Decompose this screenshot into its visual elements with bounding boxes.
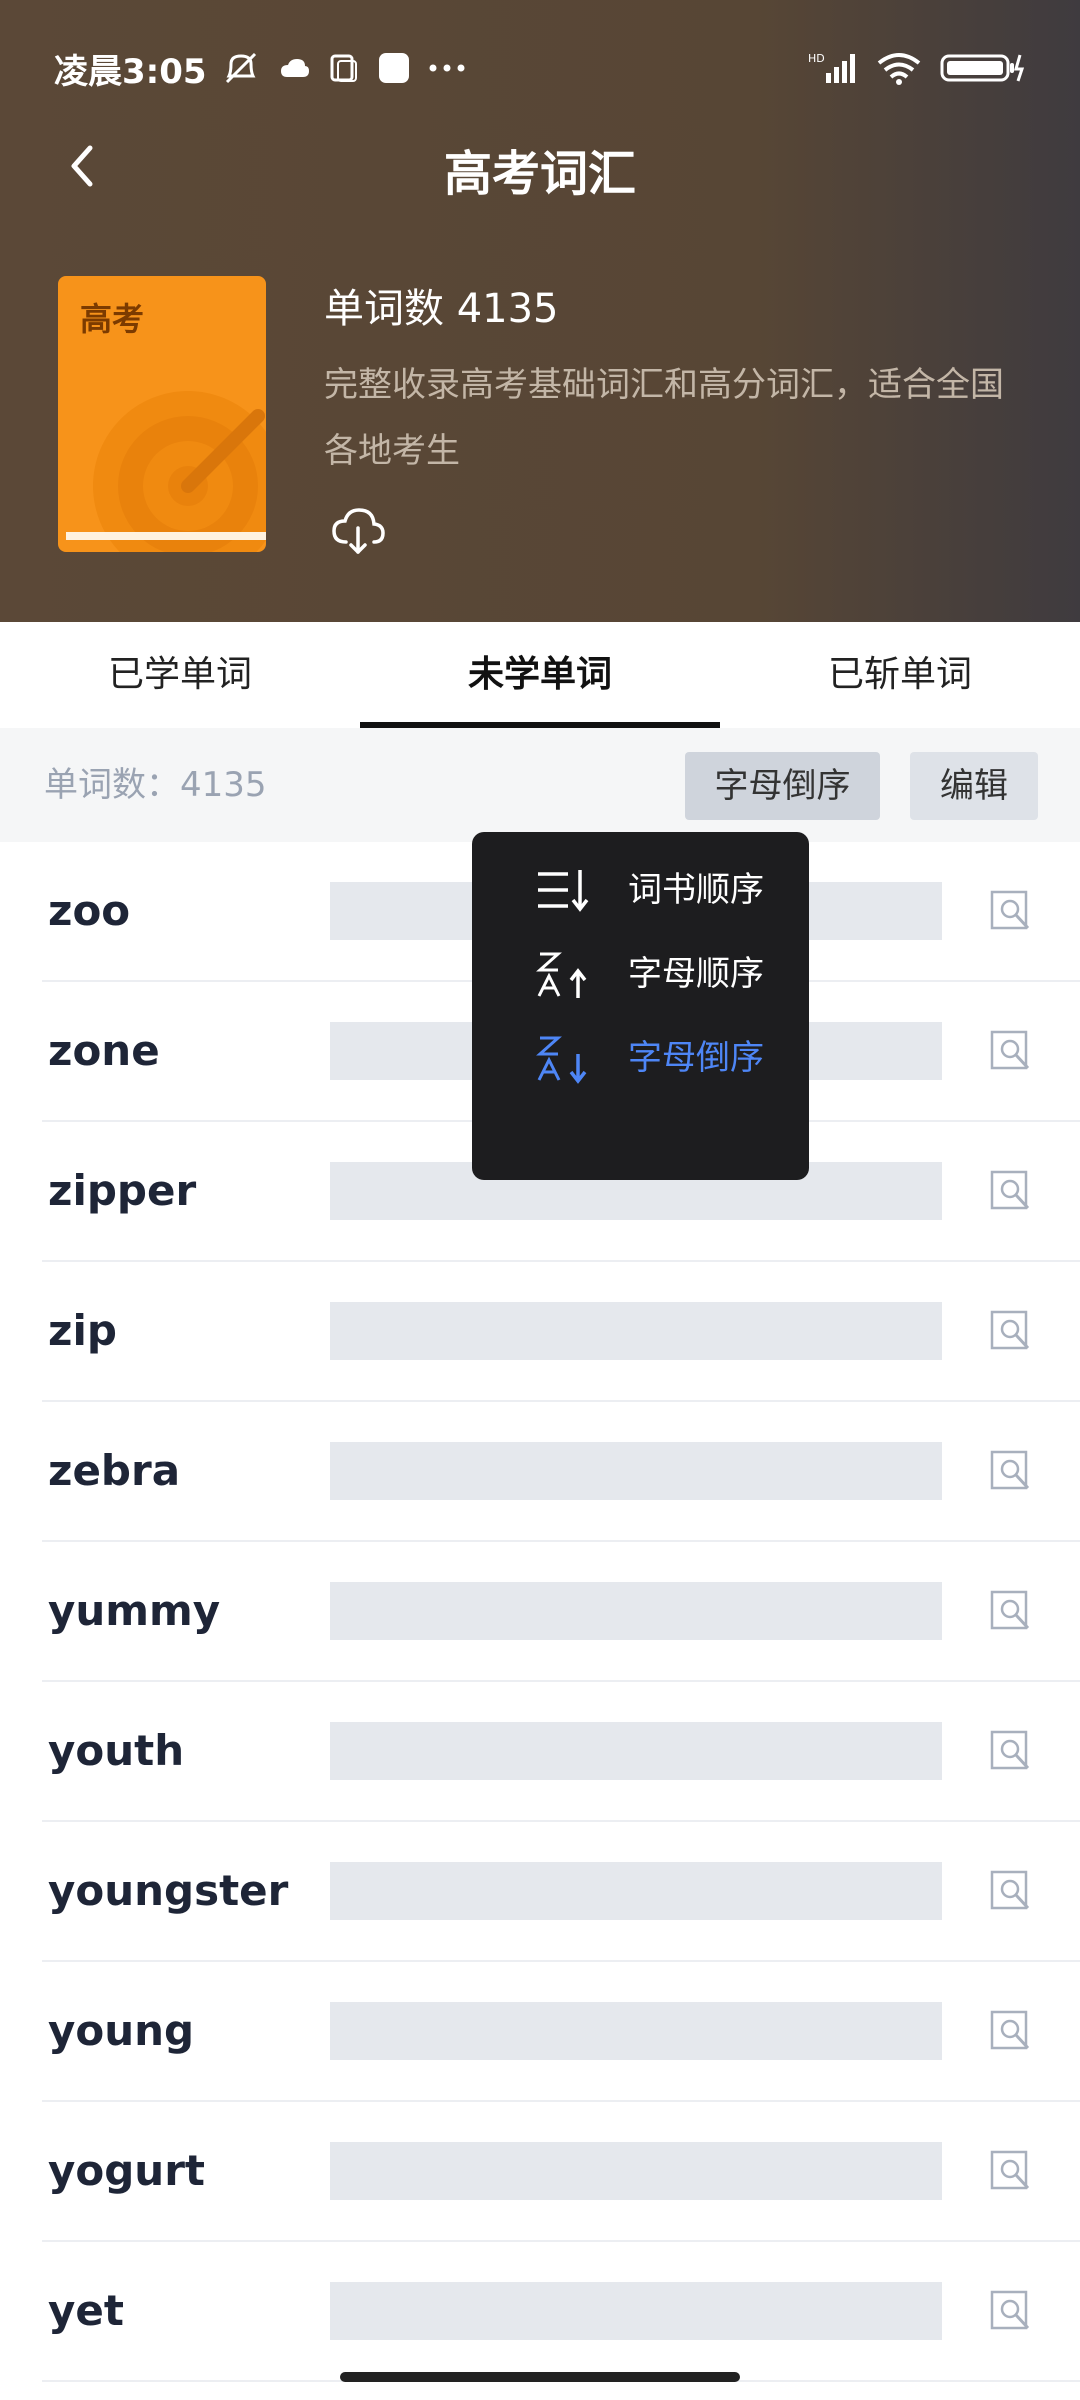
lookup-icon[interactable]	[990, 1310, 1032, 1352]
word-text: zipper	[48, 1166, 197, 1215]
book-description: 完整收录高考基础词汇和高分词汇，适合全国各地考生	[324, 365, 1004, 471]
mute-bell-icon	[225, 52, 256, 84]
book-bottom-strip	[66, 532, 266, 540]
tab-killed-words[interactable]: 已斩单词	[720, 622, 1080, 728]
lookup-icon[interactable]	[990, 1730, 1032, 1772]
book-info: 单词数 4135 完整收录高考基础词汇和高分词汇，适合全国各地考生	[324, 276, 1014, 484]
menu-item-label: 字母倒序	[628, 1038, 764, 1078]
sort-button[interactable]: 字母倒序	[685, 752, 880, 820]
word-text: yummy	[48, 1586, 221, 1635]
list-item[interactable]: yet	[42, 2242, 1080, 2382]
cloud-icon	[280, 59, 309, 77]
clipboard-icon	[330, 54, 357, 82]
page-title: 高考词汇	[443, 146, 636, 202]
book-word-count: 单词数 4135	[324, 286, 559, 332]
word-text: zebra	[48, 1446, 181, 1495]
list-item[interactable]: youngster	[42, 1822, 1080, 1962]
sort-dropdown-menu: 词书顺序 字母顺序 字母倒序	[472, 832, 809, 1180]
more-dots-icon	[429, 64, 465, 72]
header: 凌晨3:05 HD 高考词汇 高考 单词数 4135 完整收录高考基础词汇和高分…	[0, 0, 1080, 622]
sort-az-ascending-icon	[536, 952, 587, 998]
menu-item-label: 词书顺序	[628, 870, 764, 910]
app-square-icon	[378, 53, 409, 83]
status-time: 凌晨3:05	[54, 51, 207, 92]
word-text: young	[48, 2006, 195, 2055]
home-indicator[interactable]	[340, 2372, 740, 2382]
lookup-icon[interactable]	[990, 2150, 1032, 2192]
book-order-icon	[538, 870, 589, 912]
word-text: zip	[48, 1306, 117, 1355]
wifi-icon	[877, 53, 921, 85]
list-word-count: 单词数：4135	[44, 765, 267, 805]
lookup-icon[interactable]	[990, 1170, 1032, 1212]
list-item[interactable]: zebra	[42, 1402, 1080, 1542]
book-cover: 高考	[58, 276, 266, 552]
list-item[interactable]: zip	[42, 1262, 1080, 1402]
lookup-icon[interactable]	[990, 1450, 1032, 1492]
menu-item-label: 字母顺序	[628, 954, 764, 994]
word-text: yogurt	[48, 2146, 205, 2195]
status-bar: 凌晨3:05 HD	[54, 40, 1026, 96]
menu-item-book-order[interactable]: 词书顺序	[472, 848, 809, 932]
meaning-placeholder-bar[interactable]	[330, 2142, 942, 2200]
battery-icon	[940, 54, 1025, 82]
meaning-placeholder-bar[interactable]	[330, 1442, 942, 1500]
book-label: 高考	[80, 300, 145, 338]
list-item[interactable]: young	[42, 1962, 1080, 2102]
word-text: youth	[48, 1726, 185, 1775]
lookup-icon[interactable]	[990, 890, 1032, 932]
meaning-placeholder-bar[interactable]	[330, 1302, 942, 1360]
cloud-download-icon[interactable]	[328, 500, 388, 560]
tab-bar: 已学单词 未学单词 已斩单词	[0, 622, 1080, 728]
menu-item-alpha-descending[interactable]: 字母倒序	[472, 1016, 809, 1100]
sort-za-descending-icon	[536, 1036, 587, 1084]
lookup-icon[interactable]	[990, 2290, 1032, 2332]
list-item[interactable]: youth	[42, 1682, 1080, 1822]
menu-item-alpha-ascending[interactable]: 字母顺序	[472, 932, 809, 1016]
list-item[interactable]: yummy	[42, 1542, 1080, 1682]
meaning-placeholder-bar[interactable]	[330, 1722, 942, 1780]
lookup-icon[interactable]	[990, 1030, 1032, 1072]
list-toolbar: 单词数：4135 字母倒序 编辑	[0, 728, 1080, 842]
lookup-icon[interactable]	[990, 1870, 1032, 1912]
word-text: zoo	[48, 886, 131, 935]
meaning-placeholder-bar[interactable]	[330, 1582, 942, 1640]
top-bar: 高考词汇	[0, 126, 1080, 206]
list-item[interactable]: yogurt	[42, 2102, 1080, 2242]
meaning-placeholder-bar[interactable]	[330, 1862, 942, 1920]
word-text: yet	[48, 2286, 124, 2335]
meaning-placeholder-bar[interactable]	[330, 2282, 942, 2340]
word-text: youngster	[48, 1866, 289, 1915]
lookup-icon[interactable]	[990, 2010, 1032, 2052]
lookup-icon[interactable]	[990, 1590, 1032, 1632]
svg-text:HD: HD	[808, 52, 825, 65]
signal-icon: HD	[808, 52, 855, 83]
edit-button[interactable]: 编辑	[910, 752, 1038, 820]
word-text: zone	[48, 1026, 160, 1075]
tab-unlearned-words[interactable]: 未学单词	[360, 622, 720, 728]
tab-learned-words[interactable]: 已学单词	[0, 622, 360, 728]
meaning-placeholder-bar[interactable]	[330, 2002, 942, 2060]
